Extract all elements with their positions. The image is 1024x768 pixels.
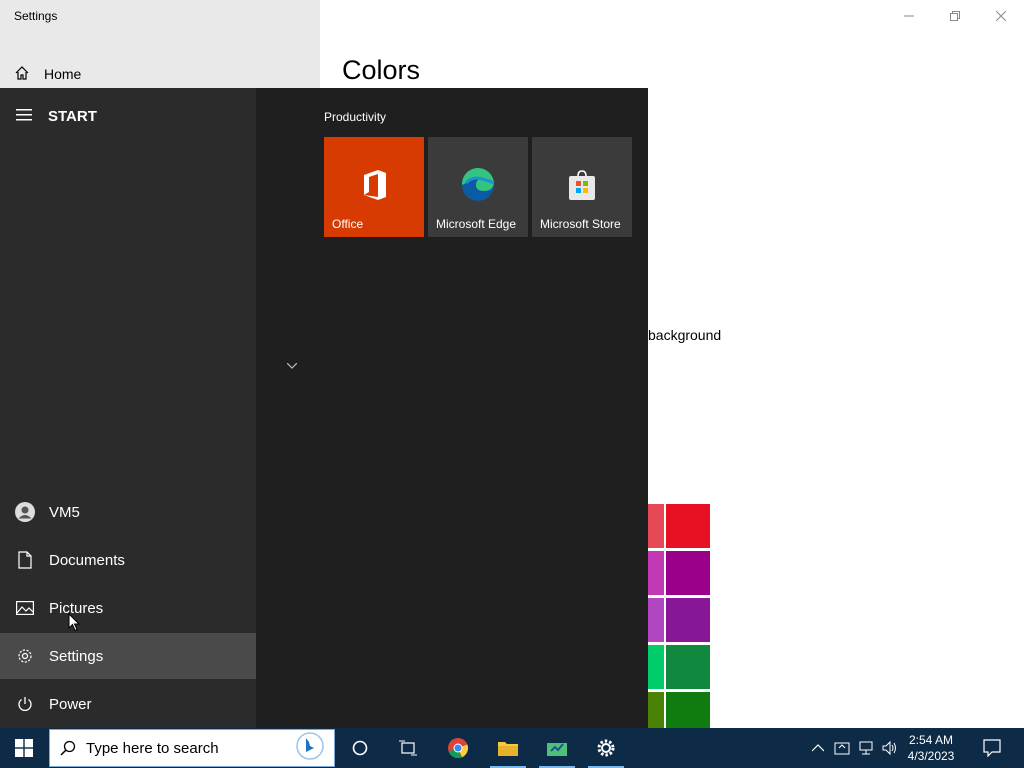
close-icon: [996, 11, 1006, 21]
tile-group-label: Productivity: [324, 110, 387, 124]
start-item-pictures[interactable]: Pictures: [0, 585, 256, 631]
chrome-icon: [448, 738, 469, 759]
hamburger-icon: [16, 108, 32, 125]
store-icon: [569, 170, 595, 200]
taskbar: Type here to search 2:54 AM 4/3/2023: [0, 728, 1024, 768]
settings-taskbar-button[interactable]: [582, 728, 630, 768]
user-name: VM5: [49, 503, 80, 521]
home-label: Home: [44, 66, 82, 82]
clock-date: 4/3/2023: [907, 749, 955, 763]
color-swatches: [648, 504, 712, 736]
volume-icon[interactable]: [878, 741, 902, 755]
minimize-button[interactable]: [886, 0, 932, 32]
restore-button[interactable]: [932, 0, 978, 32]
system-tray: 2:54 AM 4/3/2023: [806, 728, 1024, 768]
start-left-rail: START VM5 Documents Pictures Settings Po…: [0, 88, 256, 728]
bing-icon[interactable]: [296, 731, 324, 765]
picture-icon: [0, 601, 49, 615]
home-nav-item[interactable]: Home: [14, 62, 81, 86]
taskbar-search-input[interactable]: Type here to search: [49, 729, 335, 767]
network-icon[interactable]: [854, 741, 878, 755]
window-controls: [886, 0, 1024, 32]
color-swatch[interactable]: [648, 504, 664, 548]
search-icon: [60, 740, 76, 756]
start-item-settings[interactable]: Settings: [0, 633, 256, 679]
security-tray-icon[interactable]: [830, 740, 854, 756]
chevron-up-icon[interactable]: [806, 744, 830, 752]
start-menu: START VM5 Documents Pictures Settings Po…: [0, 88, 648, 728]
chevron-down-icon[interactable]: [286, 358, 298, 372]
restore-icon: [950, 11, 960, 21]
start-header[interactable]: START: [16, 108, 97, 125]
notification-icon: [983, 739, 1001, 757]
search-placeholder: Type here to search: [86, 739, 219, 757]
close-button[interactable]: [978, 0, 1024, 32]
home-icon: [14, 65, 30, 84]
tile-office-label: Office: [332, 217, 364, 231]
gear-icon: [0, 647, 49, 665]
clock[interactable]: 2:54 AM 4/3/2023: [902, 732, 960, 764]
background-option-label: background: [648, 327, 722, 343]
user-icon: [0, 502, 49, 522]
notifications-button[interactable]: [960, 739, 1024, 757]
clock-time: 2:54 AM: [908, 733, 954, 747]
page-title: Colors: [342, 55, 421, 85]
color-swatch[interactable]: [666, 598, 710, 642]
office-icon: [364, 170, 386, 200]
tile-edge-label: Microsoft Edge: [436, 217, 517, 231]
color-swatch[interactable]: [666, 551, 710, 595]
windows-logo-icon: [15, 739, 33, 757]
mouse-cursor-icon: [68, 613, 80, 632]
minimize-icon: [904, 15, 914, 17]
color-swatch[interactable]: [648, 645, 664, 689]
task-view-button[interactable]: [384, 728, 432, 768]
app-taskbar-button[interactable]: [533, 728, 581, 768]
tile-microsoft-edge[interactable]: Microsoft Edge: [428, 137, 528, 237]
window-title: Settings: [14, 9, 58, 23]
color-swatch[interactable]: [648, 551, 664, 595]
color-swatch[interactable]: [648, 598, 664, 642]
color-swatch[interactable]: [666, 645, 710, 689]
start-item-power[interactable]: Power: [0, 681, 256, 727]
documents-label: Documents: [49, 551, 125, 569]
file-explorer-taskbar-button[interactable]: [484, 728, 532, 768]
document-icon: [0, 551, 49, 569]
tile-office[interactable]: Office: [324, 137, 424, 237]
gear-icon: [597, 739, 615, 757]
color-swatch[interactable]: [666, 504, 710, 548]
tile-microsoft-store[interactable]: Microsoft Store: [532, 137, 632, 237]
chrome-taskbar-button[interactable]: [434, 728, 482, 768]
power-label: Power: [49, 695, 92, 713]
power-icon: [0, 696, 49, 712]
tile-store-label: Microsoft Store: [540, 217, 621, 231]
cortana-button[interactable]: [336, 728, 384, 768]
user-account-button[interactable]: VM5: [0, 489, 256, 535]
start-button[interactable]: [0, 728, 48, 768]
settings-label: Settings: [49, 647, 104, 665]
task-view-icon: [399, 740, 417, 756]
cortana-icon: [352, 740, 368, 756]
start-title: START: [48, 108, 97, 125]
app-window-icon: [547, 743, 567, 756]
edge-icon: [461, 167, 495, 201]
folder-icon: [498, 742, 518, 756]
start-item-documents[interactable]: Documents: [0, 537, 256, 583]
